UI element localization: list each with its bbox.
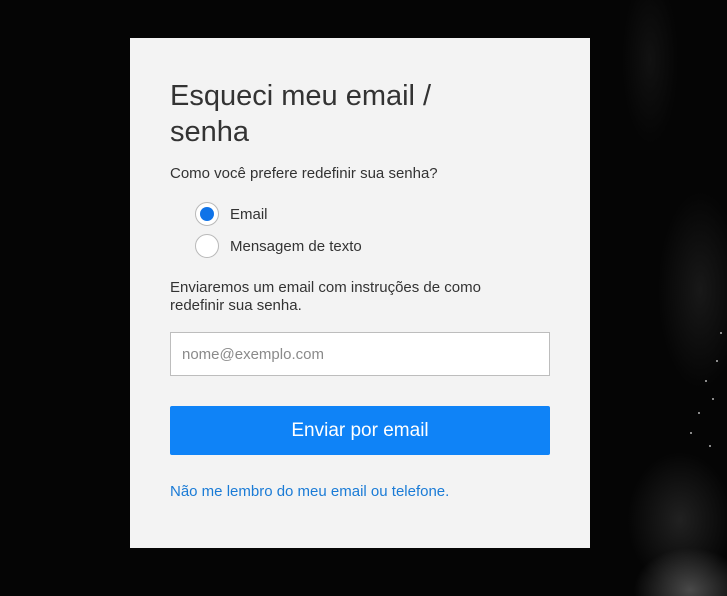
text-message-radio[interactable]: [195, 234, 219, 258]
option-text-message-label: Mensagem de texto: [230, 237, 362, 255]
option-text-message[interactable]: Mensagem de texto: [195, 230, 550, 262]
email-field[interactable]: [170, 332, 550, 376]
reset-method-options: Email Mensagem de texto: [195, 198, 550, 262]
forgot-email-phone-link[interactable]: Não me lembro do meu email ou telefone.: [170, 483, 449, 500]
reset-password-card: Esqueci meu email / senha Como você pref…: [130, 38, 590, 548]
background-sparkle: [709, 445, 711, 447]
option-email-label: Email: [230, 205, 268, 223]
background-sparkle: [705, 380, 707, 382]
background-sparkle: [712, 398, 714, 400]
info-text: Enviaremos um email com instruções de co…: [170, 279, 481, 314]
radio-selected-dot: [200, 207, 214, 221]
page-title: Esqueci meu email / senha: [170, 80, 432, 148]
option-email[interactable]: Email: [195, 198, 550, 230]
background-sparkle: [720, 332, 722, 334]
background-sparkle: [698, 412, 700, 414]
email-radio[interactable]: [195, 202, 219, 226]
reset-method-prompt: Como você prefere redefinir sua senha?: [170, 165, 438, 182]
background-sparkle: [716, 360, 718, 362]
send-email-button[interactable]: Enviar por email: [170, 406, 550, 455]
background-sparkle: [690, 432, 692, 434]
